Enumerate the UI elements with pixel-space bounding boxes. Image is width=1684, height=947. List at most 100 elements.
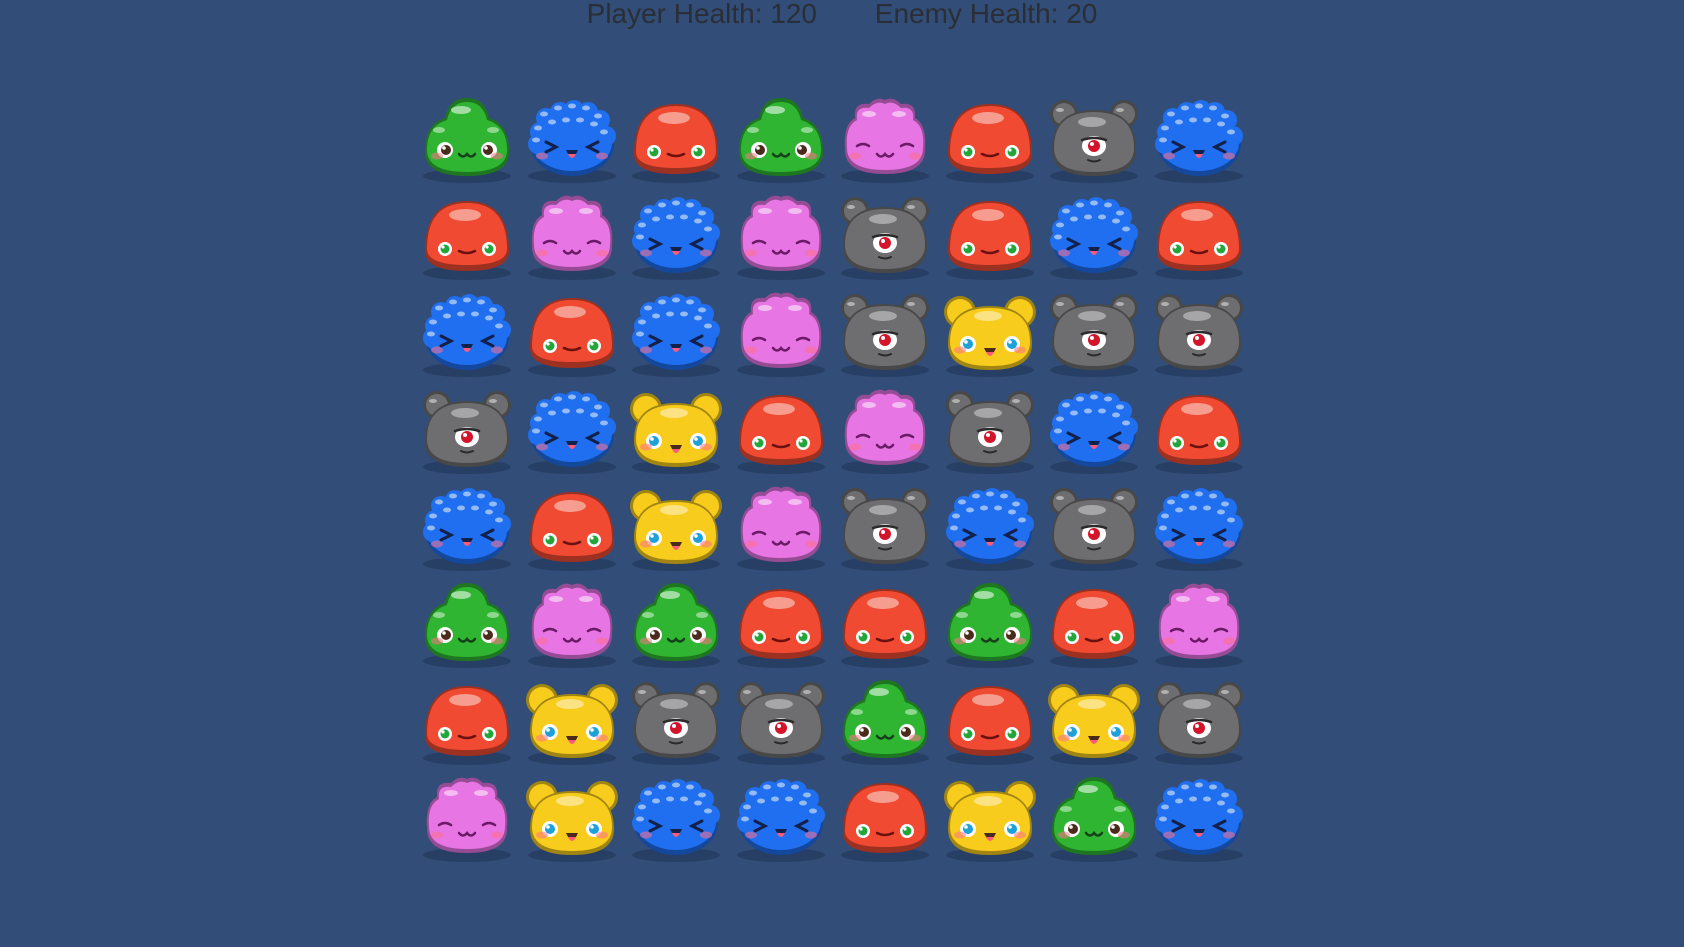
jelly-pink-tile[interactable] bbox=[1147, 573, 1251, 670]
jelly-blue-tile[interactable] bbox=[1042, 185, 1146, 282]
jelly-red-icon bbox=[841, 589, 929, 668]
jelly-yellow-icon bbox=[630, 490, 722, 571]
jelly-red-tile[interactable] bbox=[624, 88, 728, 185]
jelly-red-tile[interactable] bbox=[938, 670, 1042, 767]
jelly-gray-tile[interactable] bbox=[1042, 282, 1146, 379]
jelly-red-tile[interactable] bbox=[415, 670, 519, 767]
jelly-yellow-icon bbox=[944, 296, 1036, 377]
jelly-yellow-icon bbox=[1048, 684, 1140, 765]
jelly-pink-tile[interactable] bbox=[520, 185, 624, 282]
jelly-yellow-tile[interactable] bbox=[520, 767, 624, 864]
jelly-pink-icon bbox=[423, 777, 511, 862]
jelly-blue-tile[interactable] bbox=[1042, 379, 1146, 476]
jelly-red-tile[interactable] bbox=[1042, 573, 1146, 670]
jelly-green-tile[interactable] bbox=[833, 670, 937, 767]
jelly-blue-tile[interactable] bbox=[624, 185, 728, 282]
jelly-yellow-icon bbox=[526, 781, 618, 862]
jelly-green-tile[interactable] bbox=[624, 573, 728, 670]
jelly-green-icon bbox=[946, 583, 1034, 668]
jelly-red-icon bbox=[1155, 395, 1243, 474]
jelly-blue-tile[interactable] bbox=[938, 476, 1042, 573]
jelly-red-tile[interactable] bbox=[520, 282, 624, 379]
jelly-red-icon bbox=[1050, 589, 1138, 668]
jelly-blue-tile[interactable] bbox=[624, 767, 728, 864]
jelly-blue-tile[interactable] bbox=[729, 767, 833, 864]
jelly-red-tile[interactable] bbox=[1147, 185, 1251, 282]
jelly-gray-tile[interactable] bbox=[1147, 670, 1251, 767]
jelly-gray-icon bbox=[1050, 488, 1138, 571]
jelly-blue-tile[interactable] bbox=[1147, 476, 1251, 573]
jelly-yellow-tile[interactable] bbox=[624, 476, 728, 573]
jelly-blue-icon bbox=[737, 779, 825, 862]
jelly-red-tile[interactable] bbox=[1147, 379, 1251, 476]
jelly-gray-tile[interactable] bbox=[729, 670, 833, 767]
health-hud: Player Health: 120 Enemy Health: 20 bbox=[0, 0, 1684, 32]
jelly-red-tile[interactable] bbox=[833, 767, 937, 864]
jelly-red-tile[interactable] bbox=[415, 185, 519, 282]
jelly-gray-tile[interactable] bbox=[833, 185, 937, 282]
jelly-blue-tile[interactable] bbox=[415, 282, 519, 379]
jelly-pink-tile[interactable] bbox=[520, 573, 624, 670]
jelly-gray-tile[interactable] bbox=[833, 282, 937, 379]
jelly-pink-icon bbox=[737, 195, 825, 280]
jelly-yellow-tile[interactable] bbox=[1042, 670, 1146, 767]
jelly-red-icon bbox=[946, 104, 1034, 183]
jelly-gray-icon bbox=[841, 488, 929, 571]
jelly-pink-icon bbox=[841, 389, 929, 474]
jelly-pink-icon bbox=[737, 292, 825, 377]
jelly-pink-tile[interactable] bbox=[729, 282, 833, 379]
jelly-blue-tile[interactable] bbox=[624, 282, 728, 379]
jelly-yellow-tile[interactable] bbox=[938, 767, 1042, 864]
jelly-green-icon bbox=[423, 98, 511, 183]
jelly-pink-tile[interactable] bbox=[833, 88, 937, 185]
jelly-yellow-tile[interactable] bbox=[624, 379, 728, 476]
jelly-green-tile[interactable] bbox=[729, 88, 833, 185]
jelly-gray-tile[interactable] bbox=[938, 379, 1042, 476]
jelly-red-tile[interactable] bbox=[938, 88, 1042, 185]
jelly-blue-icon bbox=[1155, 488, 1243, 571]
jelly-blue-tile[interactable] bbox=[1147, 88, 1251, 185]
jelly-gray-tile[interactable] bbox=[624, 670, 728, 767]
jelly-blue-tile[interactable] bbox=[520, 379, 624, 476]
jelly-green-icon bbox=[632, 583, 720, 668]
jelly-blue-tile[interactable] bbox=[415, 476, 519, 573]
jelly-gray-tile[interactable] bbox=[833, 476, 937, 573]
jelly-blue-icon bbox=[1050, 197, 1138, 280]
jelly-green-tile[interactable] bbox=[938, 573, 1042, 670]
jelly-yellow-icon bbox=[526, 684, 618, 765]
jelly-red-tile[interactable] bbox=[729, 573, 833, 670]
jelly-green-icon bbox=[423, 583, 511, 668]
jelly-pink-tile[interactable] bbox=[729, 476, 833, 573]
jelly-gray-tile[interactable] bbox=[1042, 476, 1146, 573]
jelly-red-tile[interactable] bbox=[729, 379, 833, 476]
jelly-blue-icon bbox=[423, 488, 511, 571]
jelly-red-tile[interactable] bbox=[520, 476, 624, 573]
jelly-blue-icon bbox=[632, 779, 720, 862]
jelly-red-tile[interactable] bbox=[938, 185, 1042, 282]
jelly-green-tile[interactable] bbox=[415, 573, 519, 670]
jelly-blue-icon bbox=[1050, 391, 1138, 474]
jelly-gray-icon bbox=[1155, 294, 1243, 377]
jelly-red-icon bbox=[528, 298, 616, 377]
jelly-pink-tile[interactable] bbox=[415, 767, 519, 864]
jelly-blue-icon bbox=[1155, 779, 1243, 862]
jelly-green-tile[interactable] bbox=[1042, 767, 1146, 864]
jelly-green-icon bbox=[1050, 777, 1138, 862]
jelly-gray-tile[interactable] bbox=[1147, 282, 1251, 379]
jelly-pink-icon bbox=[528, 195, 616, 280]
jelly-red-tile[interactable] bbox=[833, 573, 937, 670]
jelly-blue-tile[interactable] bbox=[520, 88, 624, 185]
jelly-blue-icon bbox=[528, 100, 616, 183]
enemy-health-label: Enemy Health: 20 bbox=[874, 0, 1098, 29]
jelly-gray-tile[interactable] bbox=[1042, 88, 1146, 185]
jelly-blue-tile[interactable] bbox=[1147, 767, 1251, 864]
jelly-pink-tile[interactable] bbox=[833, 379, 937, 476]
jelly-gray-tile[interactable] bbox=[415, 379, 519, 476]
jelly-yellow-icon bbox=[944, 781, 1036, 862]
jelly-pink-tile[interactable] bbox=[729, 185, 833, 282]
jelly-red-icon bbox=[737, 395, 825, 474]
jelly-green-tile[interactable] bbox=[415, 88, 519, 185]
jelly-yellow-tile[interactable] bbox=[938, 282, 1042, 379]
jelly-yellow-tile[interactable] bbox=[520, 670, 624, 767]
jelly-red-icon bbox=[946, 201, 1034, 280]
